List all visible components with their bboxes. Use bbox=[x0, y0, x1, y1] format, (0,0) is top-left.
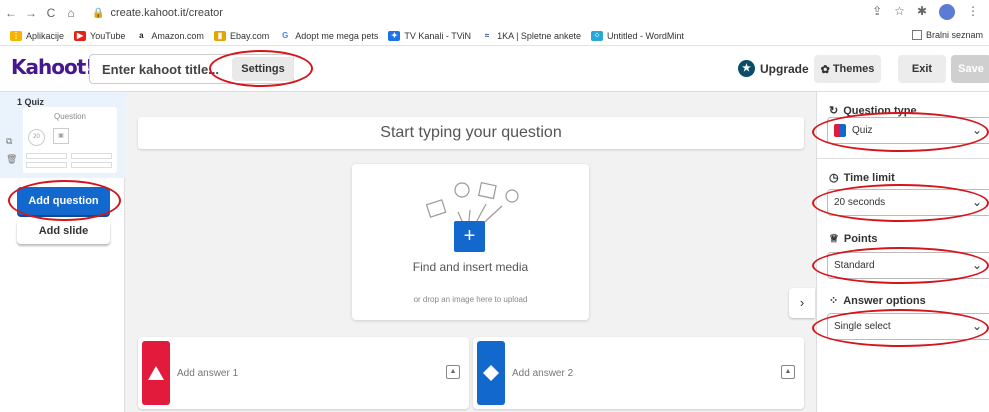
reading-list-icon bbox=[911, 30, 922, 40]
bookmark-item[interactable]: ⋮ Aplikacije bbox=[10, 30, 64, 41]
google-icon: G bbox=[279, 30, 292, 41]
media-title: Find and insert media bbox=[412, 260, 529, 274]
answer-options-select[interactable]: Single select ⌄ bbox=[827, 313, 989, 340]
image-icon: ▣ bbox=[53, 128, 69, 144]
thumbnail-timer: 20 bbox=[28, 129, 45, 146]
question-type-heading: ↻ Question type bbox=[829, 104, 917, 118]
image-icon[interactable]: ▲ bbox=[781, 365, 795, 379]
bookmarks-bar: ⋮ Aplikacije ▶ YouTube a Amazon.com ▮ Ebay.c… bbox=[0, 26, 989, 46]
extensions-icon[interactable]: ✱ bbox=[917, 4, 927, 20]
1ka-icon: ≈ bbox=[481, 30, 494, 41]
slides-sidebar: 1 Quiz ⧉ 🗑 Question 20 ▣ Add question Ad… bbox=[0, 92, 125, 412]
youtube-icon: ▶ bbox=[74, 30, 87, 41]
chevron-down-icon: ⌄ bbox=[971, 319, 982, 333]
star-icon: ★ bbox=[738, 60, 755, 77]
collapse-panel-button[interactable]: › bbox=[789, 288, 815, 318]
media-subtitle: or drop an image here to upload bbox=[413, 295, 528, 304]
profile-avatar[interactable] bbox=[939, 4, 955, 20]
browser-address-bar: ← → C ⌂ 🔒 create.kahoot.it/creator ⇪ ☆ ✱… bbox=[0, 0, 989, 26]
answer-options-heading: ⁘ Answer options bbox=[829, 294, 926, 308]
chevron-down-icon: ⌄ bbox=[971, 123, 982, 137]
wordmint-icon: ⁘ bbox=[590, 30, 603, 41]
bookmark-item[interactable]: ▮ Ebay.com bbox=[213, 30, 269, 41]
thumbnail-answer bbox=[26, 162, 67, 168]
trash-icon[interactable]: 🗑 bbox=[6, 154, 17, 165]
back-arrow-icon[interactable]: ← bbox=[2, 6, 20, 20]
bookmark-item[interactable]: G Adopt me mega pets bbox=[279, 30, 378, 41]
slide-list-item[interactable]: 1 Quiz ⧉ 🗑 Question 20 ▣ bbox=[0, 92, 125, 178]
settings-panel: ↻ Question type Quiz ⌄ ◷ Time limit 20 s… bbox=[816, 92, 989, 412]
chevron-down-icon: ⌄ bbox=[971, 195, 982, 209]
thumbnail-question: Question bbox=[53, 112, 87, 121]
bookmark-item[interactable]: ✦ TV Kanali - TViN bbox=[388, 30, 471, 41]
time-limit-select[interactable]: 20 seconds ⌄ bbox=[827, 189, 989, 216]
lock-icon: 🔒 bbox=[92, 7, 105, 19]
exit-button[interactable]: Exit bbox=[898, 55, 946, 83]
divider bbox=[817, 158, 989, 159]
points-select[interactable]: Standard ⌄ bbox=[827, 252, 989, 279]
amazon-icon: a bbox=[135, 30, 148, 41]
reading-list[interactable]: Bralni seznam bbox=[911, 30, 983, 40]
themes-button[interactable]: ✿ Themes bbox=[814, 55, 881, 83]
thumbnail-answer bbox=[26, 153, 67, 159]
reload-icon[interactable]: C bbox=[42, 6, 60, 20]
bookmark-item[interactable]: ⁘ Untitled - WordMint bbox=[590, 30, 684, 41]
answer-card[interactable]: Add answer 1 ▲ bbox=[138, 337, 469, 409]
triangle-icon bbox=[142, 341, 170, 405]
save-button[interactable]: Save bbox=[951, 55, 989, 83]
upgrade-button[interactable]: ★ Upgrade bbox=[738, 60, 809, 77]
answer-input[interactable]: Add answer 2 bbox=[512, 368, 573, 379]
media-dropzone[interactable]: + Find and insert media or drop an image… bbox=[352, 164, 589, 320]
bookmark-item[interactable]: ≈1KA | Spletne ankete bbox=[481, 30, 581, 41]
app-header: Kahoot! Settings ★ Upgrade ✿ Themes Exit… bbox=[0, 46, 989, 92]
apps-grid-icon: ⋮ bbox=[10, 30, 22, 41]
points-heading: ♕ Points bbox=[829, 232, 878, 246]
bookmark-item[interactable]: a Amazon.com bbox=[135, 30, 204, 41]
star-icon[interactable]: ☆ bbox=[894, 4, 905, 20]
add-slide-button[interactable]: Add slide bbox=[17, 220, 110, 244]
kahoot-logo[interactable]: Kahoot! bbox=[11, 55, 94, 79]
palette-icon: ✿ bbox=[820, 63, 830, 76]
quiz-icon bbox=[834, 124, 846, 137]
answer-card[interactable]: Add answer 2 ▲ bbox=[473, 337, 804, 409]
diamond-icon bbox=[477, 341, 505, 405]
answer-options-icon: ⁘ bbox=[829, 295, 839, 307]
url-text[interactable]: create.kahoot.it/creator bbox=[110, 7, 223, 19]
question-type-icon: ↻ bbox=[829, 105, 839, 117]
tvin-icon: ✦ bbox=[388, 30, 401, 41]
insert-media-button[interactable]: + bbox=[454, 221, 485, 252]
question-input[interactable]: Start typing your question bbox=[138, 117, 804, 149]
time-limit-heading: ◷ Time limit bbox=[829, 171, 895, 185]
slide-thumbnail[interactable]: Question 20 ▣ bbox=[23, 107, 117, 173]
share-icon[interactable]: ⇪ bbox=[872, 4, 882, 20]
menu-dots-icon[interactable]: ⋮ bbox=[967, 4, 979, 20]
slide-number: 1 Quiz bbox=[17, 97, 45, 107]
settings-button[interactable]: Settings bbox=[232, 57, 294, 81]
chevron-down-icon: ⌄ bbox=[971, 258, 982, 272]
duplicate-icon[interactable]: ⧉ bbox=[6, 136, 12, 147]
ebay-icon: ▮ bbox=[213, 30, 226, 41]
answer-input[interactable]: Add answer 1 bbox=[177, 368, 238, 379]
browser-actions: ⇪ ☆ ✱ ⋮ bbox=[872, 4, 979, 20]
clock-icon: ◷ bbox=[829, 172, 839, 184]
question-type-select[interactable]: Quiz ⌄ bbox=[827, 117, 989, 144]
home-icon[interactable]: ⌂ bbox=[62, 6, 80, 20]
thumbnail-answer bbox=[71, 162, 112, 168]
add-question-button[interactable]: Add question bbox=[17, 187, 110, 215]
thumbnail-answer bbox=[71, 153, 112, 159]
bookmark-item[interactable]: ▶ YouTube bbox=[74, 30, 125, 41]
forward-arrow-icon[interactable]: → bbox=[22, 6, 40, 20]
image-icon[interactable]: ▲ bbox=[446, 365, 460, 379]
award-icon: ♕ bbox=[829, 233, 839, 245]
